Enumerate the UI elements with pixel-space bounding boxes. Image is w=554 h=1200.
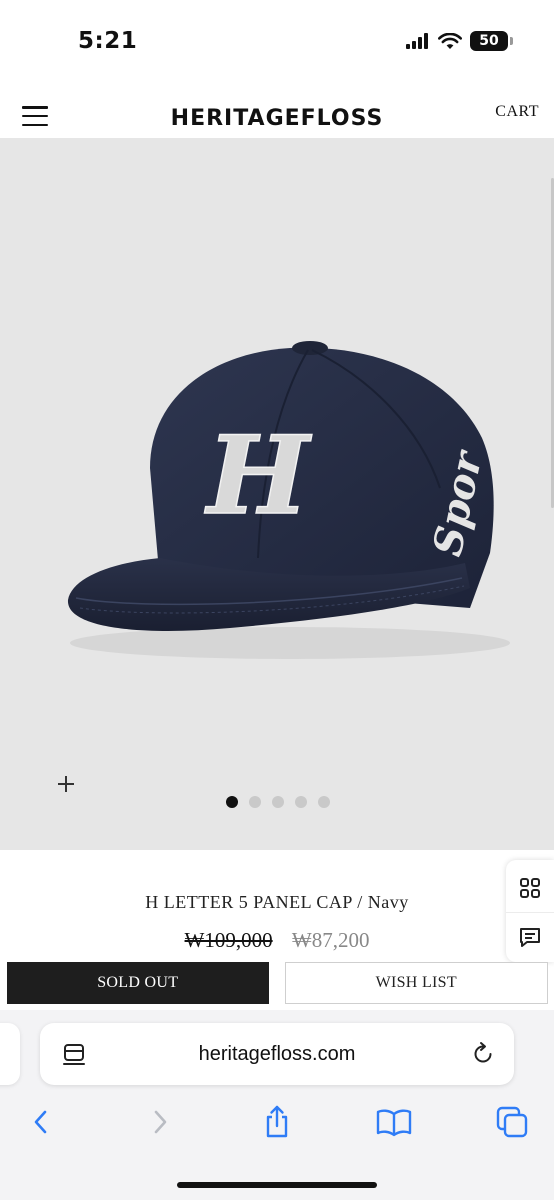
status-icons: 50 <box>406 31 513 51</box>
slide-dot[interactable] <box>226 796 238 808</box>
navy-cap-photo: H Spor <box>67 341 510 659</box>
slide-dot[interactable] <box>318 796 330 808</box>
slide-dot[interactable] <box>249 796 261 808</box>
site-header: HERITAGEFLOSS CART <box>0 82 554 138</box>
status-time: 5:21 <box>78 28 138 54</box>
page-settings-icon[interactable] <box>60 1041 88 1069</box>
tabs-icon[interactable] <box>490 1100 534 1144</box>
original-price: ₩109,000 <box>184 928 273 952</box>
forward-icon[interactable] <box>138 1100 182 1144</box>
slide-dot[interactable] <box>295 796 307 808</box>
address-bar[interactable]: heritagefloss.com <box>40 1023 514 1085</box>
bookmarks-icon[interactable] <box>372 1100 416 1144</box>
plus-icon[interactable] <box>56 774 76 794</box>
slide-indicator <box>226 796 330 808</box>
wish-list-button[interactable]: WISH LIST <box>284 962 548 1004</box>
cart-link[interactable]: CART <box>495 103 539 121</box>
brand-logo: HERITAGEFLOSS <box>170 106 384 131</box>
signal-icon <box>406 33 428 49</box>
reload-icon[interactable] <box>468 1039 498 1069</box>
action-buttons: SOLD OUT WISH LIST <box>7 962 548 1004</box>
sale-price: ₩87,200 <box>291 928 370 952</box>
sold-out-button[interactable]: SOLD OUT <box>7 962 269 1004</box>
url-text: heritagefloss.com <box>198 1043 356 1065</box>
previous-tab-preview[interactable] <box>0 1023 20 1085</box>
slide-dot[interactable] <box>272 796 284 808</box>
back-icon[interactable] <box>19 1100 63 1144</box>
cap-letter-h: H <box>204 413 312 539</box>
wifi-icon <box>438 32 462 49</box>
status-bar: 5:21 50 <box>0 0 554 80</box>
share-icon[interactable] <box>255 1100 299 1144</box>
hamburger-menu-icon[interactable] <box>22 106 48 126</box>
product-name: H LETTER 5 PANEL CAP / Navy <box>145 892 409 912</box>
battery-icon: 50 <box>470 31 513 51</box>
price-row: ₩109,000 ₩87,200 <box>0 928 554 953</box>
home-indicator <box>177 1182 377 1188</box>
battery-level: 50 <box>479 33 499 49</box>
browser-bottom-bar: heritagefloss.com <box>0 1010 554 1200</box>
browser-toolbar <box>0 1100 554 1150</box>
product-gallery[interactable]: H Spor <box>0 138 554 850</box>
